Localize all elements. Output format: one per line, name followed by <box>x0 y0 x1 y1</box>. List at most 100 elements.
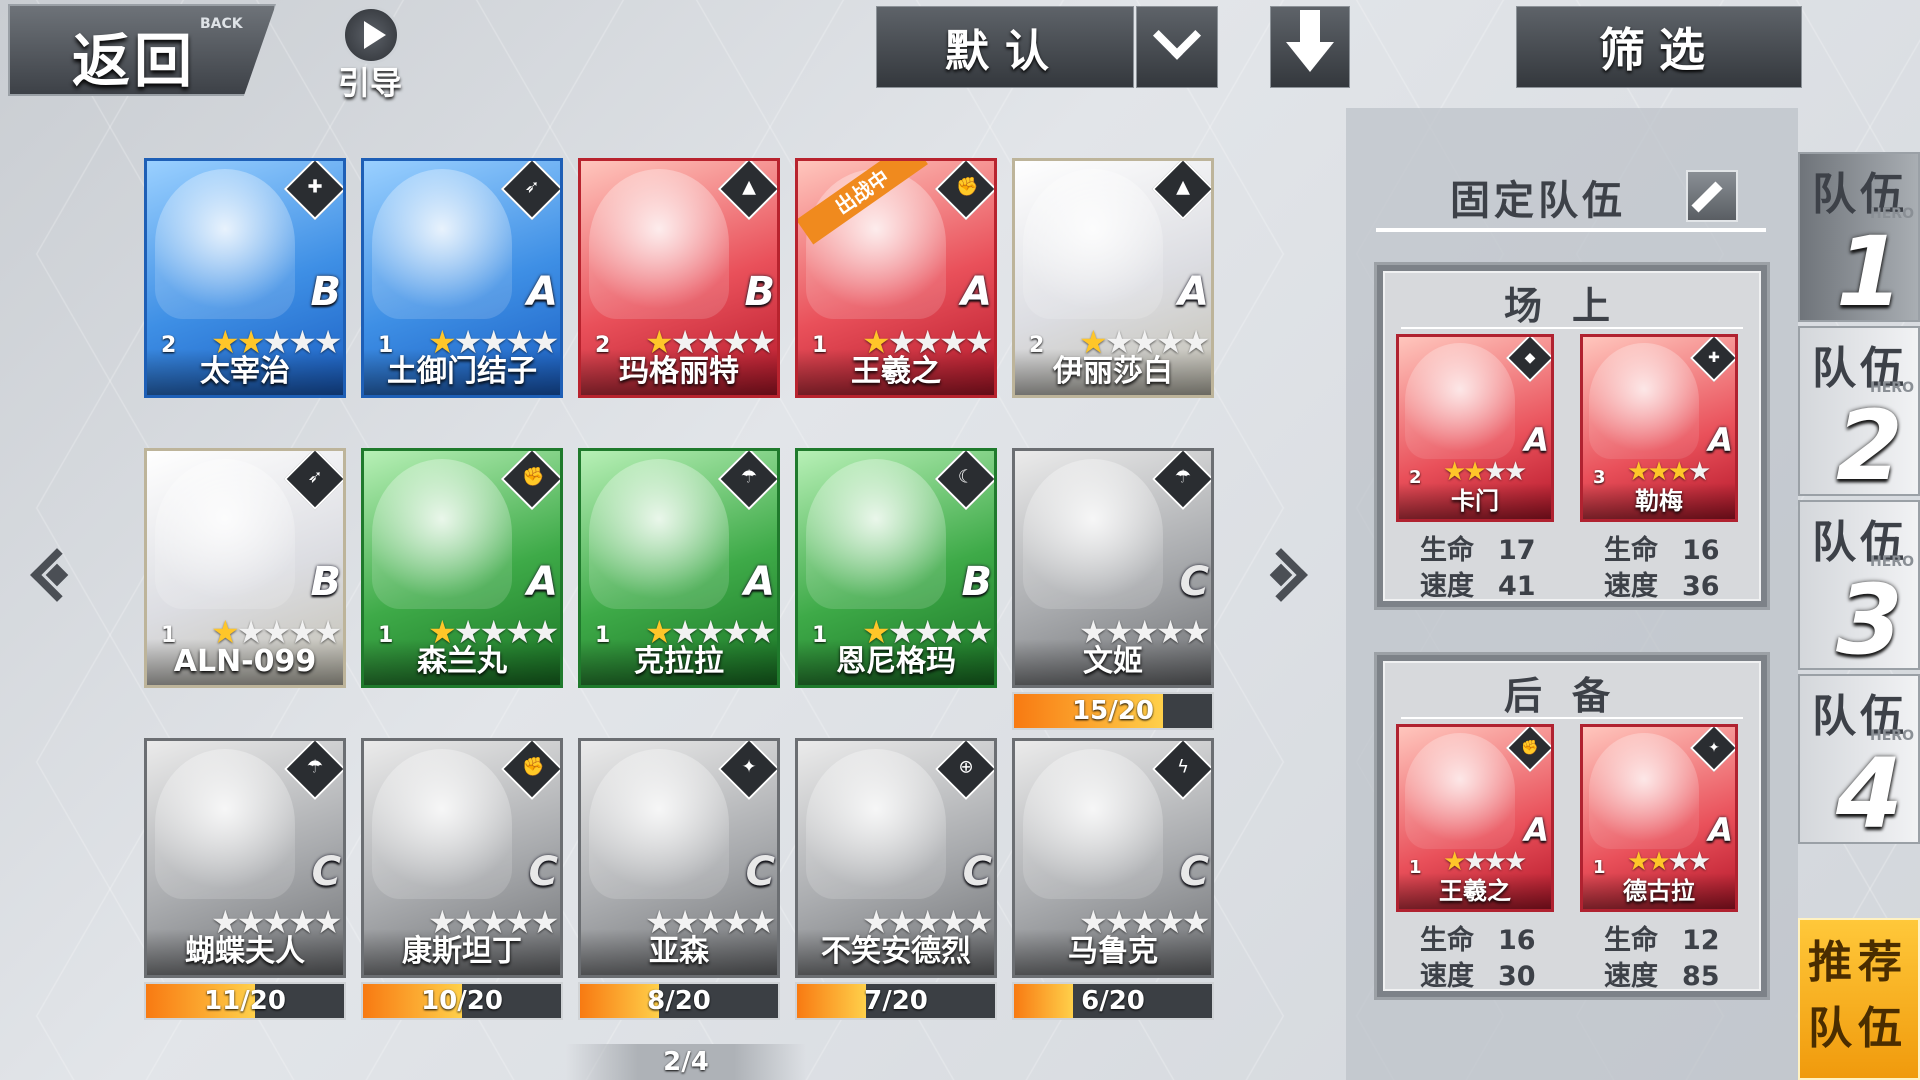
hero-name: 德古拉 <box>1583 873 1735 909</box>
arrow-down-icon <box>1286 10 1334 72</box>
hero-card[interactable]: ✊ C ★★★★★ 康斯坦丁 <box>361 738 563 978</box>
hero-rank: C <box>528 849 558 895</box>
shard-progress-text: 11/20 <box>204 986 286 1016</box>
guide-label: 引导 <box>338 64 403 102</box>
team-tab-2[interactable]: 队伍 HERO 2 <box>1798 326 1920 502</box>
sort-button[interactable]: 默认 <box>876 6 1134 88</box>
speed-stat: 速度 41 <box>1420 571 1536 602</box>
hero-portrait <box>806 749 946 899</box>
prev-page-arrow-icon[interactable] <box>22 540 92 610</box>
back-label: 返回 <box>72 27 197 95</box>
mask-icon: ◆ <box>1505 337 1551 383</box>
team-tab-number: 1 <box>1836 216 1903 328</box>
hero-card[interactable]: ✊ A 1 ★★★★★ 森兰丸 <box>361 448 563 688</box>
hero-name: 克拉拉 <box>581 639 777 685</box>
speed-stat: 速度 36 <box>1604 571 1720 602</box>
sort-dropdown-button[interactable] <box>1136 6 1218 88</box>
hero-rank: B <box>310 559 342 605</box>
back-button[interactable]: 返回 BACK <box>8 4 276 96</box>
hero-name: 太宰治 <box>147 349 343 395</box>
shard-progress-bar: 7/20 <box>795 982 997 1020</box>
team-tab-3[interactable]: 队伍 HERO 3 <box>1798 500 1920 676</box>
reserve-heading: 后备 <box>1503 674 1640 718</box>
hero-card[interactable]: ☾ B 1 ★★★★★ 恩尼格玛 <box>795 448 997 688</box>
team-tab-number: 2 <box>1836 390 1903 502</box>
hero-name: 土御门结子 <box>364 349 560 395</box>
hero-card[interactable]: ➶ B 1 ★★★★★ ALN-099 <box>144 448 346 688</box>
hero-rank: A <box>1524 421 1549 459</box>
hero-name: 恩尼格玛 <box>798 639 994 685</box>
hero-card[interactable]: ϟ C ★★★★★ 马鲁克 <box>1012 738 1214 978</box>
fist-icon: ✊ <box>1505 727 1551 773</box>
hero-card[interactable]: ▲ B 2 ★★★★★ 玛格丽特 <box>578 158 780 398</box>
hero-portrait <box>589 749 729 899</box>
guide-button[interactable]: 引导 <box>330 6 416 102</box>
hero-rank: A <box>1178 269 1209 315</box>
onfield-heading: 场上 <box>1503 284 1640 328</box>
hero-portrait <box>372 169 512 319</box>
cross-icon: ✚ <box>283 161 343 221</box>
hero-portrait <box>155 169 295 319</box>
hero-name: 马鲁克 <box>1015 929 1211 975</box>
fist-icon: ✊ <box>500 451 560 511</box>
hero-card[interactable]: ✦ C ★★★★★ 亚森 <box>578 738 780 978</box>
shuriken-icon: ✦ <box>1689 727 1735 773</box>
hero-rank: C <box>1179 559 1209 605</box>
bow-icon: ➶ <box>283 451 343 511</box>
shard-progress-bar: 11/20 <box>144 982 346 1020</box>
hero-card[interactable]: ☂ C ★★★★★ 文姬 <box>1012 448 1214 688</box>
onfield-hero-card[interactable]: ◆ A 2 ★★★★ 卡门 <box>1396 334 1554 522</box>
hero-card[interactable]: ☂ C ★★★★★ 蝴蝶夫人 <box>144 738 346 978</box>
hero-rank: B <box>961 559 993 605</box>
speed-stat: 速度 30 <box>1420 961 1536 992</box>
bow-icon: ➶ <box>500 161 560 221</box>
hero-rank: A <box>744 559 775 605</box>
team-tab-1[interactable]: 队伍 HERO 1 <box>1798 152 1920 328</box>
shard-progress-bar: 15/20 <box>1012 692 1214 730</box>
shard-progress-text: 6/20 <box>1081 986 1145 1016</box>
hero-portrait <box>1405 733 1515 849</box>
hero-rank: B <box>310 269 342 315</box>
filter-button[interactable]: 筛选 <box>1516 6 1802 88</box>
umbrella-icon: ☂ <box>283 741 343 801</box>
hero-rank: C <box>962 849 992 895</box>
hero-portrait <box>589 459 729 609</box>
reserve-hero-card[interactable]: ✊ A 1 ★★★★ 王羲之 <box>1396 724 1554 912</box>
speed-stat: 速度 85 <box>1604 961 1720 992</box>
hero-rank: A <box>1708 811 1733 849</box>
hero-portrait <box>806 459 946 609</box>
chevron-down-icon <box>1152 11 1202 60</box>
hero-card[interactable]: ☂ A 1 ★★★★★ 克拉拉 <box>578 448 780 688</box>
umbrella-icon: ☂ <box>717 451 777 511</box>
onfield-hero-card[interactable]: ✚ A 3 ★★★★ 勒梅 <box>1580 334 1738 522</box>
hero-card[interactable]: ✊ A 1 ★★★★★ 王羲之 出战中 <box>795 158 997 398</box>
hero-rank: C <box>745 849 775 895</box>
hero-card[interactable]: ➶ A 1 ★★★★★ 土御门结子 <box>361 158 563 398</box>
play-icon <box>342 6 400 64</box>
hero-card[interactable]: ▲ A 2 ★★★★★ 伊丽莎白 <box>1012 158 1214 398</box>
hero-portrait <box>1023 749 1163 899</box>
shard-progress-bar: 6/20 <box>1012 982 1214 1020</box>
edit-team-button[interactable] <box>1686 170 1738 222</box>
hero-rank: A <box>961 269 992 315</box>
shuriken-icon: ✦ <box>717 741 777 801</box>
hero-card[interactable]: ⊕ C ★★★★★ 不笑安德烈 <box>795 738 997 978</box>
recommend-team-button[interactable]: 推荐队伍 <box>1798 918 1920 1080</box>
hero-name: 蝴蝶夫人 <box>147 929 343 975</box>
shard-progress-text: 10/20 <box>421 986 503 1016</box>
reserve-hero-card[interactable]: ✦ A 1 ★★★★ 德古拉 <box>1580 724 1738 912</box>
arrow-icon: ▲ <box>1151 161 1211 221</box>
arrow-icon: ▲ <box>717 161 777 221</box>
hero-name: 文姬 <box>1015 639 1211 685</box>
team-tab-4[interactable]: 队伍 HERO 4 <box>1798 674 1920 850</box>
hero-rank: A <box>527 269 558 315</box>
hero-portrait <box>155 459 295 609</box>
hero-name: 康斯坦丁 <box>364 929 560 975</box>
hero-rank: A <box>1708 421 1733 459</box>
sort-order-button[interactable] <box>1270 6 1350 88</box>
hero-card[interactable]: ✚ B 2 ★★★★★ 太宰治 <box>144 158 346 398</box>
hero-name: 王羲之 <box>1399 873 1551 909</box>
sickle-icon: ☾ <box>934 451 994 511</box>
next-page-arrow-icon[interactable] <box>1246 540 1316 610</box>
hero-portrait <box>1023 459 1163 609</box>
